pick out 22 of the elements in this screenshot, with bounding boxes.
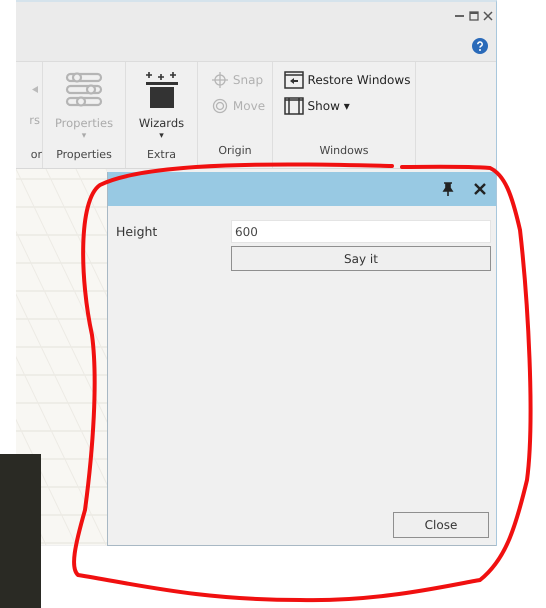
group-label: Origin <box>217 144 253 159</box>
ribbon-button[interactable]: Wizards ▾ <box>136 70 186 148</box>
window-panes-icon <box>284 97 304 115</box>
group-label: Windows <box>318 144 370 159</box>
say-it-button[interactable]: Say it <box>231 246 491 271</box>
help-button[interactable] <box>472 38 488 54</box>
tool-icon <box>32 86 38 93</box>
pin-icon <box>442 182 454 196</box>
ribbon-button[interactable]: Restore Windows <box>284 70 410 90</box>
field-label: Height <box>116 224 158 239</box>
input-field[interactable]: 600 <box>231 220 491 243</box>
close-button[interactable] <box>474 183 486 195</box>
crosshair-icon <box>210 71 229 89</box>
maximize-icon[interactable] <box>468 11 478 21</box>
ribbon-button[interactable]: Show ▾ <box>284 96 410 116</box>
window-restore-icon <box>284 71 304 89</box>
close-icon[interactable] <box>482 11 492 21</box>
group-label: Properties <box>55 148 113 163</box>
group-label: Extra <box>146 148 178 163</box>
close-button[interactable]: Close <box>393 512 489 538</box>
group-label: or <box>30 148 42 163</box>
target-icon <box>210 97 229 115</box>
